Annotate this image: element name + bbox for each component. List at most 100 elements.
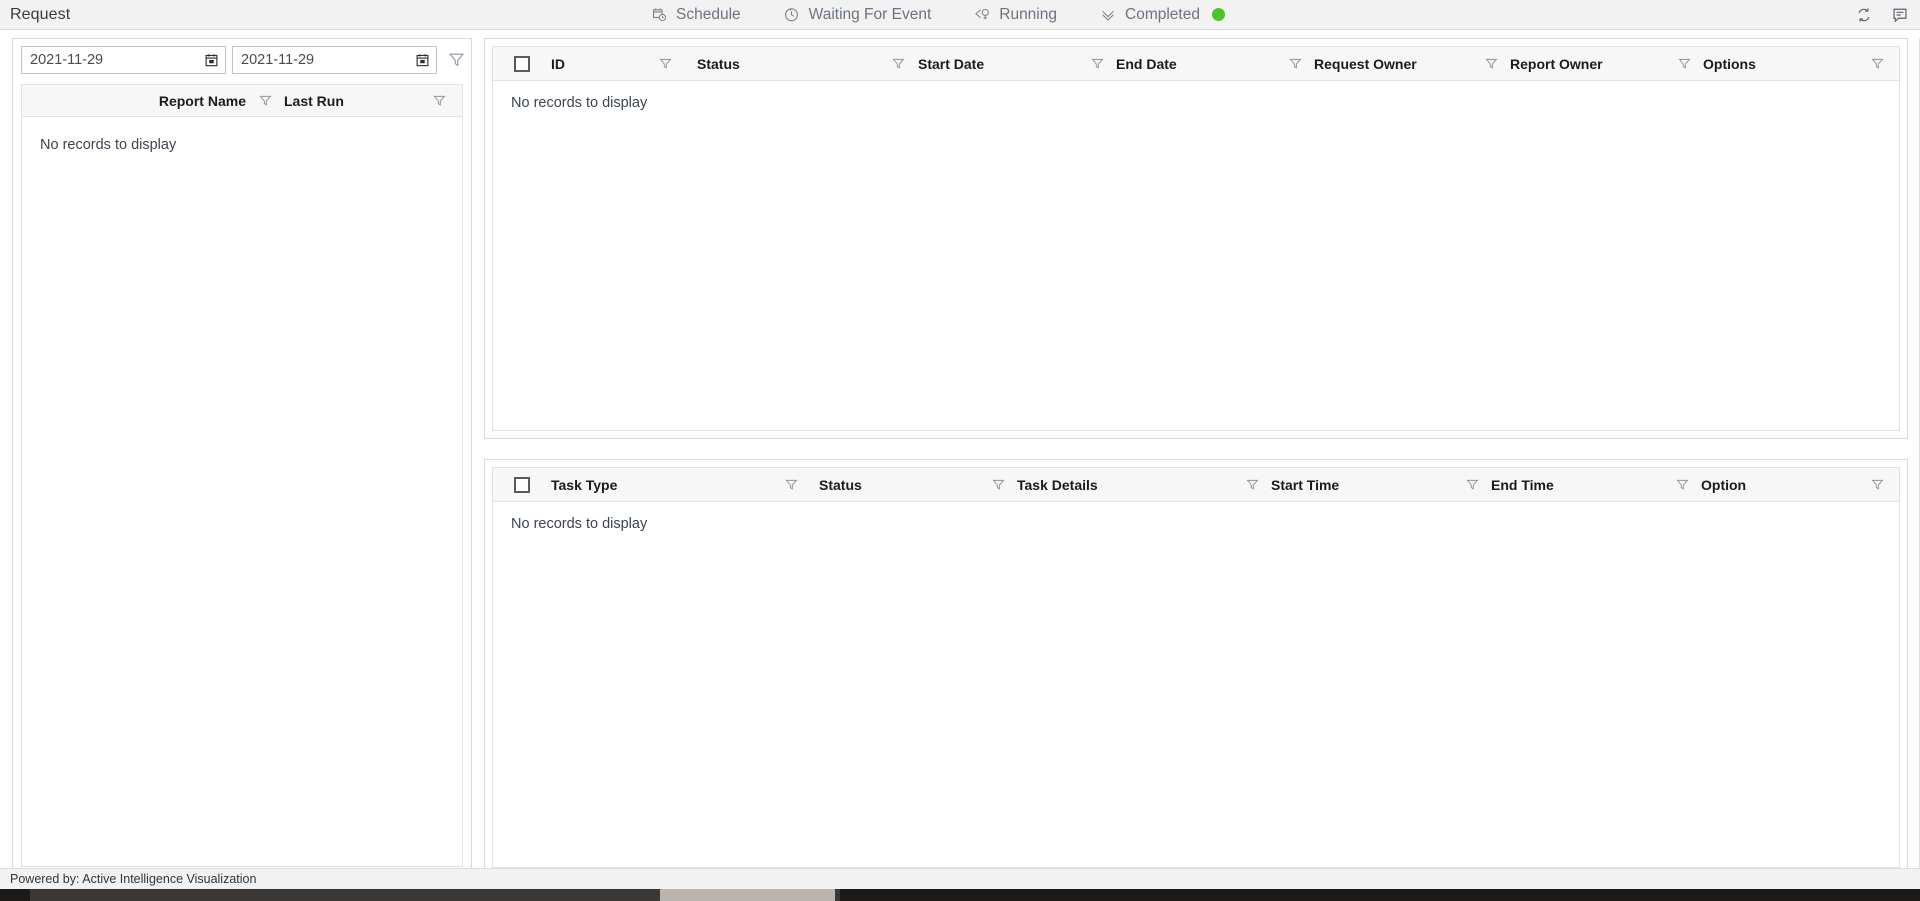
scrollbar-thumb[interactable] — [660, 889, 835, 901]
calendar-clock-icon — [650, 6, 668, 24]
filter-icon[interactable] — [1671, 474, 1693, 496]
column-option-filter[interactable] — [1855, 468, 1899, 501]
column-report-owner[interactable]: Report Owner — [1510, 47, 1665, 80]
column-start-time-filter[interactable] — [1453, 468, 1491, 501]
column-end-time[interactable]: End Time — [1491, 468, 1663, 501]
column-report-name-filter[interactable] — [246, 85, 284, 116]
task-grid-header: Task Type Status Task Details Start Time… — [493, 468, 1899, 502]
date-range-row — [13, 39, 471, 79]
filter-icon[interactable] — [1284, 53, 1306, 75]
filter-icon[interactable] — [1480, 53, 1502, 75]
column-id-label: ID — [551, 55, 565, 72]
history-clock-icon — [973, 6, 991, 24]
filter-icon[interactable] — [780, 474, 802, 496]
right-content-area: ID Status Start Date End Date Request Ow… — [484, 38, 1908, 876]
task-select-all-cell[interactable] — [493, 468, 551, 501]
filter-icon[interactable] — [1866, 53, 1888, 75]
date-range-filter-icon[interactable] — [443, 47, 469, 73]
column-end-date-label: End Date — [1116, 55, 1177, 72]
column-id-filter[interactable] — [633, 47, 697, 80]
column-last-run-filter[interactable] — [424, 85, 462, 116]
filter-icon[interactable] — [1673, 53, 1695, 75]
report-list-grid: Report Name Last Run No records to displ… — [21, 84, 463, 867]
tab-schedule[interactable]: Schedule — [650, 6, 741, 24]
column-status-filter[interactable] — [879, 47, 918, 80]
tab-completed-label: Completed — [1125, 5, 1200, 23]
request-select-all-checkbox[interactable] — [514, 55, 530, 72]
column-end-date[interactable]: End Date — [1116, 47, 1276, 80]
request-grid-panel: ID Status Start Date End Date Request Ow… — [484, 38, 1908, 439]
request-select-all-cell[interactable] — [493, 47, 551, 80]
column-task-status-label: Status — [819, 476, 862, 493]
column-report-owner-filter[interactable] — [1665, 47, 1703, 80]
date-to-field[interactable] — [232, 45, 437, 74]
filter-icon[interactable] — [1461, 474, 1483, 496]
column-options-label: Options — [1703, 55, 1756, 72]
column-task-details-label: Task Details — [1017, 476, 1098, 493]
column-request-owner[interactable]: Request Owner — [1314, 47, 1472, 80]
refresh-icon[interactable] — [1854, 5, 1874, 25]
filter-icon[interactable] — [428, 90, 450, 112]
tab-running[interactable]: Running — [973, 6, 1057, 24]
column-start-date-filter[interactable] — [1078, 47, 1116, 80]
calendar-icon[interactable] — [416, 53, 429, 67]
report-filter-panel: Report Name Last Run — [12, 38, 472, 876]
column-report-name[interactable]: Report Name — [22, 85, 246, 116]
column-task-details-filter[interactable] — [1233, 468, 1271, 501]
filter-icon[interactable] — [254, 90, 276, 112]
request-grid-empty-message: No records to display — [511, 95, 648, 111]
column-options-filter[interactable] — [1855, 47, 1899, 80]
column-task-type-label: Task Type — [551, 476, 618, 493]
task-select-all-checkbox[interactable] — [514, 476, 530, 493]
status-bar: Powered by: Active Intelligence Visualiz… — [0, 868, 1920, 889]
filter-icon[interactable] — [1866, 474, 1888, 496]
column-id[interactable]: ID — [551, 47, 633, 80]
filter-icon[interactable] — [987, 474, 1009, 496]
horizontal-scrollbar[interactable] — [0, 889, 1920, 901]
column-task-status[interactable]: Status — [819, 468, 979, 501]
tab-completed[interactable]: Completed — [1099, 6, 1225, 24]
report-list-header: Report Name Last Run — [22, 85, 462, 117]
request-grid: ID Status Start Date End Date Request Ow… — [492, 46, 1900, 431]
status-tabs: Schedule Waiting For Event Running Compl… — [650, 0, 1225, 29]
column-last-run[interactable]: Last Run — [284, 85, 424, 116]
column-end-time-label: End Time — [1491, 476, 1554, 493]
column-task-type-filter[interactable] — [763, 468, 819, 501]
comment-icon[interactable] — [1890, 5, 1910, 25]
filter-icon[interactable] — [888, 53, 910, 75]
column-start-date[interactable]: Start Date — [918, 47, 1078, 80]
column-options[interactable]: Options — [1703, 47, 1855, 80]
tab-waiting-for-event-label: Waiting For Event — [808, 5, 932, 23]
filter-icon[interactable] — [1241, 474, 1263, 496]
filter-icon[interactable] — [654, 53, 676, 75]
column-task-details[interactable]: Task Details — [1017, 468, 1233, 501]
request-grid-header: ID Status Start Date End Date Request Ow… — [493, 47, 1899, 81]
status-badge — [1211, 8, 1225, 21]
date-from-input[interactable] — [30, 51, 190, 68]
date-to-input[interactable] — [241, 51, 401, 68]
column-task-status-filter[interactable] — [979, 468, 1017, 501]
date-from-field[interactable] — [21, 45, 226, 74]
column-start-time[interactable]: Start Time — [1271, 468, 1453, 501]
filter-icon[interactable] — [1086, 53, 1108, 75]
tab-waiting-for-event[interactable]: Waiting For Event — [783, 5, 932, 24]
column-status[interactable]: Status — [697, 47, 879, 80]
calendar-icon[interactable] — [205, 53, 218, 67]
column-option-label: Option — [1701, 476, 1747, 493]
task-grid-empty-message: No records to display — [511, 516, 648, 532]
column-option[interactable]: Option — [1701, 468, 1855, 501]
column-task-type[interactable]: Task Type — [551, 468, 763, 501]
tab-running-label: Running — [999, 5, 1057, 23]
column-end-date-filter[interactable] — [1276, 47, 1314, 80]
column-status-label: Status — [697, 55, 740, 72]
tab-schedule-label: Schedule — [676, 5, 741, 23]
report-list-empty-message: No records to display — [40, 137, 177, 153]
task-grid-panel: Task Type Status Task Details Start Time… — [484, 459, 1908, 876]
request-scheduler-app: Request Schedule Waiting For Event Runni… — [0, 0, 1920, 901]
page-title: Request — [10, 6, 71, 23]
task-grid-body: No records to display — [493, 502, 1899, 867]
double-check-icon — [1099, 6, 1117, 24]
column-request-owner-filter[interactable] — [1472, 47, 1510, 80]
column-end-time-filter[interactable] — [1663, 468, 1701, 501]
powered-by-label: Powered by: Active Intelligence Visualiz… — [10, 872, 257, 886]
